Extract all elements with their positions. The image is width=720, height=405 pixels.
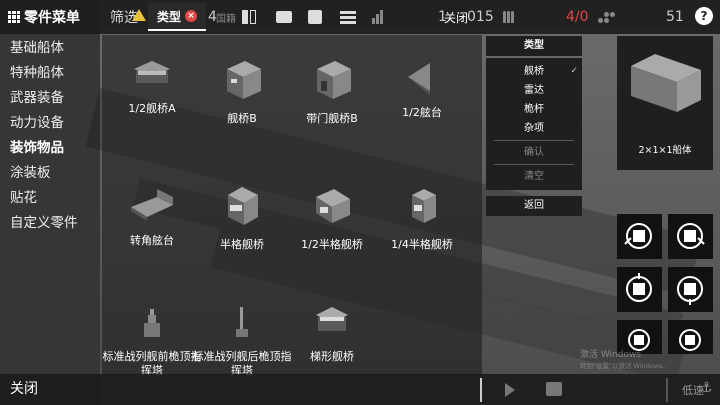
type-chip-label: 类型 [156,9,181,24]
sidebar-item-custom-parts[interactable]: 自定义零件 [0,211,100,236]
part-label: 转角舷台 [130,234,174,247]
filter-options: 舰桥 ✓ 雷达 桅杆 杂项 确认 清空 [486,58,582,190]
rotate-x-gizmo[interactable] [617,214,662,259]
divider [494,140,574,141]
part-label: 1/4半格舰桥 [391,238,453,251]
grid-menu-icon [8,11,20,23]
parts-menu-title: 零件菜单 [0,0,100,34]
confirm-button[interactable]: 确认 [486,143,582,162]
sidebar-item-paint[interactable]: 涂装板 [0,161,100,186]
divider [494,164,574,165]
part-label: 1/2舷台 [402,106,442,119]
nationality-ghost-label: 国籍 [216,13,236,25]
divider [480,378,482,402]
filter-option-mast[interactable]: 桅杆 [486,100,582,119]
half-deck-icon [408,63,430,95]
camera-icon[interactable] [276,0,292,34]
cost-value-right: 015 [467,9,494,25]
sidebar-item-decals[interactable]: 贴花 [0,186,100,211]
crew-count: 51 [666,9,684,25]
parts-menu-title-text: 零件菜单 [24,10,80,26]
ammo-icon [503,0,514,34]
half-half-grid-bridge-icon [316,189,350,223]
play-icon[interactable] [505,382,515,401]
bridge-b-icon [227,61,261,99]
preview-label: 2×1×1船体 [638,145,692,156]
filter-header: 类型 [486,36,582,56]
part-card-fore-mast-tower[interactable]: 标准战列舰前桅顶指挥塔 [102,303,202,378]
filter-option-radar[interactable]: 雷达 [486,81,582,100]
filter-option-misc[interactable]: 杂项 [486,119,582,138]
bottom-toolbar: 低速 ⚓ [100,374,720,405]
part-label: 舰桥B [227,112,257,125]
save-icon[interactable] [308,0,322,34]
checkmark-icon: ✓ [570,66,578,76]
trapezoid-bridge-icon [316,307,348,331]
type-filter-dropdown: 类型 舰桥 ✓ 雷达 桅杆 杂项 确认 清空 返回 [486,36,582,216]
back-button[interactable]: 返回 [486,196,582,216]
corner-deck-icon [131,189,173,221]
part-label: 半格舰桥 [220,238,264,251]
quarter-half-grid-bridge-icon [412,189,436,223]
ship-silhouette-icon [144,309,160,337]
sidebar-item-weapons[interactable]: 武器装备 [0,86,100,111]
mast-silhouette-icon [236,307,248,337]
hull-block-icon [631,54,701,112]
part-card-half-half-grid-bridge[interactable]: 1/2半格舰桥 [282,183,382,252]
help-icon[interactable]: ? [695,7,713,25]
part-label: 带门舰桥B [306,112,358,125]
part-card-rear-mast-tower[interactable]: 标准战列舰后桅顶指挥塔 [192,303,292,378]
rotate-neg-z-gizmo[interactable] [668,267,713,312]
part-preview: 2×1×1船体 [617,36,713,170]
flip-y-gizmo[interactable] [668,320,713,354]
category-list: 基础船体 特种船体 武器装备 动力设备 装饰物品 涂装板 贴花 自定义零件 [0,36,100,236]
part-card-door-bridge-b[interactable]: 带门舰桥B [282,55,382,126]
cost-overlay: 关闭 [444,10,469,25]
filter-option-label: 舰桥 [524,66,544,77]
part-card-half-bridge-a[interactable]: 1/2舰桥A [102,55,202,116]
tonnage-icon [372,0,383,34]
part-card-half-deck[interactable]: 1/2舷台 [372,55,472,120]
crew-seat-icon[interactable] [546,382,562,396]
activation-watermark: 激活 Windows [580,350,642,360]
close-button[interactable]: 关闭 [0,374,100,405]
warning-icon [132,0,146,32]
parts-sidebar: 零件菜单 基础船体 特种船体 武器装备 动力设备 装饰物品 涂装板 贴花 自定义… [0,0,100,405]
clear-filter-icon[interactable]: × [185,10,197,22]
sidebar-item-basic-hull[interactable]: 基础船体 [0,36,100,61]
type-filter-chip[interactable]: 类型 × [148,3,206,31]
part-label: 梯形舰桥 [310,350,354,363]
clear-button[interactable]: 清空 [486,167,582,186]
part-label: 1/2舰桥A [128,102,176,115]
part-card-half-grid-bridge[interactable]: 半格舰桥 [192,183,292,252]
part-card-bridge-b[interactable]: 舰桥B [192,55,292,126]
filter-option-bridge[interactable]: 舰桥 ✓ [486,62,582,81]
top-toolbar: 筛选 类型 × 4 国籍 1 关闭 015 4/0 51 [100,0,720,34]
mirror-icon[interactable] [242,0,256,34]
list-menu-icon[interactable] [340,0,356,34]
sidebar-item-special-hull[interactable]: 特种船体 [0,61,100,86]
divider [666,378,668,402]
activation-watermark-hint: 转到"设置"以激活 Windows。 [580,362,670,370]
part-card-trapezoid-bridge[interactable]: 梯形舰桥 [282,303,382,364]
weapon-count: 4/0 [566,9,589,25]
half-bridge-a-icon [134,61,170,83]
door-bridge-b-icon [317,61,351,99]
part-card-corner-deck[interactable]: 转角舷台 [102,183,202,248]
part-card-quarter-half-grid-bridge[interactable]: 1/4半格舰桥 [372,183,472,252]
rotate-z-gizmo[interactable] [617,267,662,312]
crew-icon [598,0,615,34]
rotate-y-gizmo[interactable] [668,214,713,259]
sidebar-item-power[interactable]: 动力设备 [0,111,100,136]
part-label: 1/2半格舰桥 [301,238,363,251]
half-grid-bridge-icon [228,187,258,225]
sidebar-item-decorations[interactable]: 装饰物品 [0,136,100,161]
parts-grid-panel: 1/2舰桥A 舰桥B 带门舰桥B 1/2舷台 转角舷台 半格舰桥 1/2半格舰桥… [102,35,482,378]
anchor-icon[interactable]: ⚓ [700,380,713,396]
